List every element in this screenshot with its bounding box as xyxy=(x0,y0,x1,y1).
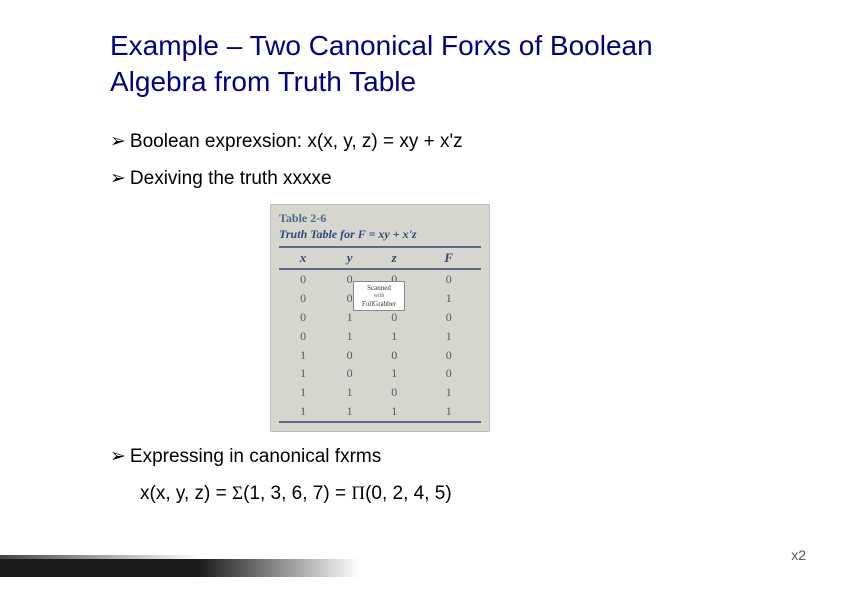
bullet-icon: ➢ xyxy=(110,168,126,191)
table-cell: 1 xyxy=(327,327,372,346)
table-cell: 0 xyxy=(279,289,327,308)
table-cell: 0 xyxy=(279,269,327,289)
table-cell: 0 xyxy=(417,308,482,327)
table-cell: 0 xyxy=(327,364,372,383)
table-cell: 1 xyxy=(417,289,482,308)
pi-symbol: Π xyxy=(351,483,365,504)
table-cell: 1 xyxy=(417,402,482,422)
table-cell: 1 xyxy=(279,402,327,422)
truth-table-image: Table 2-6 Truth Table for F = xy + x'z x… xyxy=(270,204,490,431)
table-row: 1111 xyxy=(279,402,481,422)
table-cell: 1 xyxy=(372,364,417,383)
table-caption: Truth Table for F = xy + x'z xyxy=(279,227,481,242)
watermark-line-3: FullGrabber xyxy=(355,300,403,308)
table-row: 1000 xyxy=(279,346,481,365)
table-cell: 1 xyxy=(372,402,417,422)
bullet-2-text: Dexiving the truth xxxxe xyxy=(130,168,332,190)
table-cell: 1 xyxy=(417,327,482,346)
table-row: 1010 xyxy=(279,364,481,383)
pi-args: (0, 2, 4, 5) xyxy=(365,483,452,504)
table-cell: 1 xyxy=(279,383,327,402)
table-cell: 0 xyxy=(327,346,372,365)
table-cell: 1 xyxy=(417,383,482,402)
table-cell: 1 xyxy=(327,402,372,422)
canon-lhs: x(x, y, z) = xyxy=(140,483,232,504)
table-cell: 1 xyxy=(279,346,327,365)
table-cell: 0 xyxy=(372,383,417,402)
table-label: Table 2-6 xyxy=(279,211,481,226)
slide-title: Example – Two Canonical Forxs of Boolean… xyxy=(110,28,742,101)
table-cell: 1 xyxy=(327,383,372,402)
canonical-expression: x(x, y, z) = Σ(1, 3, 6, 7) = Π(0, 2, 4, … xyxy=(140,483,742,505)
bullet-3: ➢ Expressing in canonical fxrms xyxy=(110,446,742,469)
table-cell: 1 xyxy=(279,364,327,383)
truth-table: x y z F 00000011010001111000101011011111 xyxy=(279,246,481,422)
table-header-row: x y z F xyxy=(279,247,481,269)
table-cell: 0 xyxy=(417,269,482,289)
footer-decoration xyxy=(0,559,360,577)
table-cell: 1 xyxy=(372,327,417,346)
sigma-symbol: Σ xyxy=(232,483,243,504)
table-cell: 0 xyxy=(417,364,482,383)
bullet-icon: ➢ xyxy=(110,131,126,154)
bullet-icon: ➢ xyxy=(110,446,126,469)
bullet-3-text: Expressing in canonical fxrms xyxy=(130,446,381,468)
col-x: x xyxy=(279,247,327,269)
bullet-2: ➢ Dexiving the truth xxxxe xyxy=(110,168,742,191)
col-z: z xyxy=(372,247,417,269)
table-row: 1101 xyxy=(279,383,481,402)
page-number: x2 xyxy=(791,547,806,563)
table-cell: 0 xyxy=(417,346,482,365)
table-cell: 0 xyxy=(279,327,327,346)
col-y: y xyxy=(327,247,372,269)
table-row: 0111 xyxy=(279,327,481,346)
watermark-line-2: with xyxy=(355,293,403,300)
watermark-overlay: Scanned with FullGrabber xyxy=(353,281,405,311)
col-f: F xyxy=(417,247,482,269)
table-cell: 0 xyxy=(372,346,417,365)
bullet-1: ➢ Boolean exprexsion: x(x, y, z) = xy + … xyxy=(110,131,742,154)
watermark-line-1: Scanned xyxy=(355,284,403,292)
bullet-1-text: Boolean exprexsion: x(x, y, z) = xy + x'… xyxy=(130,131,463,153)
sigma-args: (1, 3, 6, 7) = xyxy=(243,483,351,504)
table-cell: 0 xyxy=(279,308,327,327)
